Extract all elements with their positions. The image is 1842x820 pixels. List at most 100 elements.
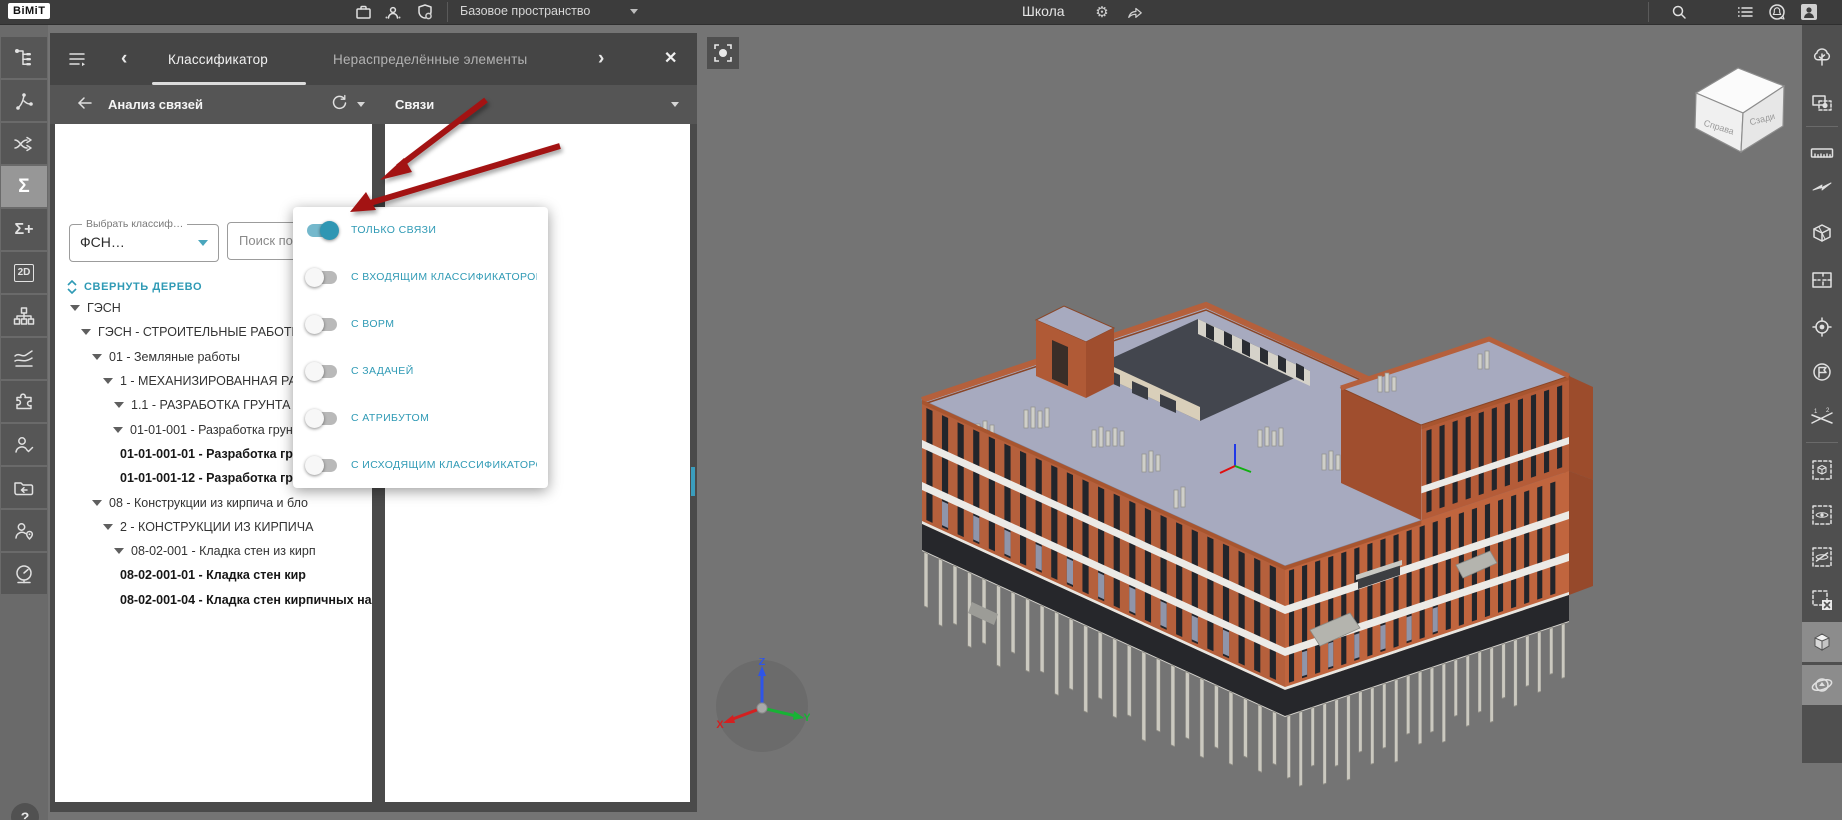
- panel-close-icon[interactable]: ✕: [664, 48, 677, 68]
- toggle-label: С ВХОДЯЩИМ КЛАССИФИКАТОРОМ: [351, 271, 537, 283]
- axis-gizmo[interactable]: Z X Y: [714, 658, 810, 754]
- briefcase-icon[interactable]: [352, 1, 374, 23]
- axis-label-y: Y: [803, 712, 810, 724]
- drawings-2d-icon[interactable]: 2D: [1, 252, 47, 293]
- ruler-icon[interactable]: [1802, 133, 1842, 173]
- expand-arrow-icon[interactable]: [92, 500, 102, 506]
- flash-clash-icon[interactable]: [1802, 168, 1842, 208]
- expand-arrow-icon[interactable]: [70, 305, 80, 311]
- classifier-panel: ‹ Классификатор Нераспределённые элемент…: [50, 33, 697, 812]
- tree-row[interactable]: 08-02-001-04 - Кладка стен кирпичных на…: [55, 588, 372, 612]
- user-location-icon[interactable]: [1, 510, 47, 551]
- shield-icon[interactable]: [414, 1, 436, 23]
- measure-cut-icon[interactable]: 1 2: [1802, 398, 1842, 438]
- team-icon[interactable]: [382, 1, 404, 23]
- shaded-view-cube-icon[interactable]: [1802, 622, 1842, 662]
- shuffle-icon[interactable]: [1, 123, 47, 164]
- help-button[interactable]: ?: [11, 803, 39, 820]
- project-title: Школа: [1022, 3, 1065, 19]
- collapse-tree-button[interactable]: СВЕРНУТЬ ДЕРЕВО: [67, 277, 202, 297]
- trend-lines-icon[interactable]: [1, 338, 47, 379]
- plugins-puzzle-icon[interactable]: [1, 381, 47, 422]
- top-bar: BiMiT Базовое пространство Школа ⚙: [0, 0, 1842, 25]
- org-chart-icon[interactable]: [1, 295, 47, 336]
- classifier-select-value: ФСН…: [80, 234, 125, 250]
- folder-import-icon[interactable]: [1, 467, 47, 508]
- model-tree-icon[interactable]: [1, 37, 47, 78]
- section-box-icon[interactable]: [1802, 213, 1842, 253]
- expand-arrow-icon[interactable]: [114, 548, 124, 554]
- selection-sets-icon[interactable]: [1802, 83, 1842, 123]
- bimit-app: Справа Сзади Z X Y BiMiT: [0, 0, 1842, 820]
- locate-target-icon[interactable]: [1802, 307, 1842, 347]
- tree-vegetation-icon[interactable]: [1802, 37, 1842, 77]
- filter-toggle-row[interactable]: С АТРИБУТОМ: [307, 401, 537, 435]
- svg-text:2: 2: [1826, 408, 1830, 414]
- tabs-scroll-left-icon[interactable]: ‹: [121, 48, 127, 70]
- clear-selection-icon[interactable]: [1802, 580, 1842, 620]
- classifier-select[interactable]: Выбрать классиф… ФСН…: [69, 224, 219, 262]
- panel-resize-handle[interactable]: [691, 467, 695, 496]
- share-icon[interactable]: [1124, 1, 1146, 23]
- navigation-cube[interactable]: Справа Сзади: [1686, 60, 1796, 160]
- toggle-with-attribute[interactable]: [307, 412, 337, 425]
- tree-row[interactable]: 08-02-001 - Кладка стен из кирп: [55, 539, 372, 563]
- toggle-label: С ВОРМ: [351, 318, 394, 330]
- account-icon[interactable]: [1798, 1, 1820, 23]
- refresh-icon[interactable]: [331, 94, 348, 111]
- flag-icon[interactable]: [1802, 352, 1842, 392]
- panel-tab-bar: ‹ Классификатор Нераспределённые элемент…: [50, 33, 697, 85]
- expand-arrow-icon[interactable]: [103, 378, 113, 384]
- workspace-caret-icon[interactable]: [630, 9, 638, 14]
- sigma-plus-icon[interactable]: Σ+: [1, 209, 47, 250]
- tabs-scroll-right-icon[interactable]: ›: [598, 48, 604, 70]
- notifications-icon[interactable]: [1766, 1, 1788, 23]
- list-icon[interactable]: [1734, 1, 1756, 23]
- tree-row[interactable]: 08 - Конструкции из кирпича и бло: [55, 490, 372, 514]
- analysis-menu-caret-icon[interactable]: [357, 102, 365, 107]
- gauge-icon[interactable]: [1, 553, 47, 594]
- panel-menu-icon[interactable]: [68, 49, 88, 69]
- floor-plan-icon[interactable]: [1802, 260, 1842, 300]
- classifier-select-caret-icon: [198, 240, 208, 246]
- search-icon[interactable]: [1668, 1, 1690, 23]
- isolate-selection-icon[interactable]: [1802, 450, 1842, 490]
- toggle-with-vorm[interactable]: [307, 318, 337, 331]
- classifier-select-label: Выбрать классиф…: [82, 218, 187, 230]
- fit-view-button[interactable]: [707, 37, 739, 69]
- right-toolbar-divider-2: [1806, 442, 1838, 443]
- tab-unallocated-label: Нераспределённые элементы: [333, 52, 527, 67]
- workspace-selector[interactable]: Базовое пространство: [460, 4, 590, 18]
- toggle-label: С ЗАДАЧЕЙ: [351, 365, 414, 377]
- toggle-with-task[interactable]: [307, 365, 337, 378]
- expand-arrow-icon[interactable]: [113, 427, 123, 433]
- tree-row[interactable]: 08-02-001-01 - Кладка стен кир: [55, 563, 372, 587]
- sigma-quantities-icon-active[interactable]: Σ: [1, 166, 47, 207]
- right-toolbar: 1 2: [1802, 24, 1842, 763]
- tree-row[interactable]: 2 - КОНСТРУКЦИИ ИЗ КИРПИЧА: [55, 515, 372, 539]
- orbit-mode-icon[interactable]: [1802, 665, 1842, 705]
- analysis-back-icon[interactable]: [76, 94, 94, 112]
- filter-toggle-row[interactable]: С ВХОДЯЩИМ КЛАССИФИКАТОРОМ: [307, 260, 537, 294]
- app-logo[interactable]: BiMiT: [8, 3, 50, 19]
- filter-toggle-row[interactable]: С ВОРМ: [307, 307, 537, 341]
- expand-arrow-icon[interactable]: [92, 354, 102, 360]
- toggle-with-incoming-classifier[interactable]: [307, 271, 337, 284]
- tab-classifier[interactable]: Классификатор: [168, 33, 268, 85]
- filter-toggle-row[interactable]: ТОЛЬКО СВЯЗИ: [307, 213, 537, 247]
- relations-branch-icon[interactable]: [1, 80, 47, 121]
- links-collapse-caret-icon[interactable]: [671, 102, 679, 107]
- hide-selection-eye-off-icon[interactable]: [1802, 537, 1842, 577]
- links-panel-title: Связи: [395, 97, 434, 112]
- tab-unallocated-elements[interactable]: Нераспределённые элементы: [333, 33, 527, 85]
- user-check-icon[interactable]: [1, 424, 47, 465]
- show-selection-eye-icon[interactable]: [1802, 495, 1842, 535]
- expand-arrow-icon[interactable]: [114, 402, 124, 408]
- filter-toggle-row[interactable]: С ИСХОДЯЩИМ КЛАССИФИКАТОРОМ: [307, 448, 537, 482]
- expand-arrow-icon[interactable]: [103, 524, 113, 530]
- toggle-with-outgoing-classifier[interactable]: [307, 459, 337, 472]
- settings-gear-icon[interactable]: ⚙: [1091, 1, 1113, 23]
- filter-toggle-row[interactable]: С ЗАДАЧЕЙ: [307, 354, 537, 388]
- expand-arrow-icon[interactable]: [81, 329, 91, 335]
- toggle-only-links[interactable]: [307, 224, 337, 237]
